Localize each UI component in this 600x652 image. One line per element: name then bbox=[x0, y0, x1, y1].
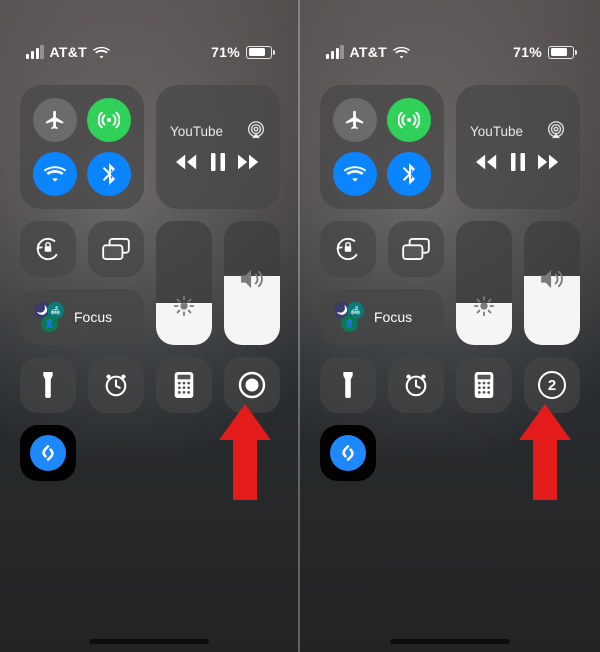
bluetooth-button[interactable] bbox=[87, 152, 131, 196]
media-tile[interactable]: YouTube bbox=[456, 85, 580, 209]
volume-slider[interactable] bbox=[224, 221, 280, 345]
calculator-button[interactable] bbox=[156, 357, 212, 413]
control-center-grid: YouTube bbox=[20, 85, 278, 481]
calculator-button[interactable] bbox=[456, 357, 512, 413]
wifi-icon bbox=[93, 46, 110, 59]
home-indicator bbox=[89, 639, 209, 644]
airplay-icon[interactable] bbox=[246, 121, 266, 139]
brightness-icon bbox=[173, 295, 195, 317]
signal-icon bbox=[326, 45, 344, 59]
orientation-lock-button[interactable] bbox=[20, 221, 76, 277]
focus-label: Focus bbox=[374, 309, 412, 325]
volume-icon bbox=[540, 269, 564, 289]
connectivity-tile[interactable] bbox=[20, 85, 144, 209]
timer-button[interactable] bbox=[388, 357, 444, 413]
shazam-button[interactable] bbox=[320, 425, 376, 481]
now-playing-app: YouTube bbox=[470, 124, 523, 139]
battery-icon bbox=[246, 46, 272, 59]
signal-icon bbox=[26, 45, 44, 59]
shazam-icon bbox=[330, 435, 366, 471]
carrier-label: AT&T bbox=[50, 44, 88, 60]
carrier-label: AT&T bbox=[350, 44, 388, 60]
screen-record-button[interactable] bbox=[224, 357, 280, 413]
focus-icon-cluster bbox=[34, 302, 64, 332]
airplane-mode-button[interactable] bbox=[33, 98, 77, 142]
screen-mirroring-button[interactable] bbox=[388, 221, 444, 277]
rewind-button[interactable] bbox=[176, 154, 198, 170]
shazam-button[interactable] bbox=[20, 425, 76, 481]
wifi-button[interactable] bbox=[333, 152, 377, 196]
focus-button[interactable]: Focus bbox=[20, 289, 144, 345]
shazam-icon bbox=[30, 435, 66, 471]
screen-mirroring-button[interactable] bbox=[88, 221, 144, 277]
battery-icon bbox=[548, 46, 574, 59]
now-playing-app: YouTube bbox=[170, 124, 223, 139]
volume-icon bbox=[240, 269, 264, 289]
brightness-slider[interactable] bbox=[456, 221, 512, 345]
media-tile[interactable]: YouTube bbox=[156, 85, 280, 209]
screen-record-button-countdown[interactable]: 2 bbox=[524, 357, 580, 413]
orientation-lock-button[interactable] bbox=[320, 221, 376, 277]
cellular-data-button[interactable] bbox=[387, 98, 431, 142]
battery-percent: 71% bbox=[211, 44, 240, 60]
bluetooth-button[interactable] bbox=[387, 152, 431, 196]
connectivity-tile[interactable] bbox=[320, 85, 444, 209]
airplane-mode-button[interactable] bbox=[333, 98, 377, 142]
brightness-icon bbox=[473, 295, 495, 317]
control-center-grid: YouTube bbox=[320, 85, 580, 481]
flashlight-button[interactable] bbox=[320, 357, 376, 413]
battery-percent: 71% bbox=[513, 44, 542, 60]
wifi-icon bbox=[393, 46, 410, 59]
forward-button[interactable] bbox=[238, 154, 260, 170]
cellular-data-button[interactable] bbox=[87, 98, 131, 142]
forward-button[interactable] bbox=[538, 154, 560, 170]
focus-label: Focus bbox=[74, 309, 112, 325]
focus-button[interactable]: Focus bbox=[320, 289, 444, 345]
focus-icon-cluster bbox=[334, 302, 364, 332]
pause-button[interactable] bbox=[511, 153, 525, 171]
airplay-icon[interactable] bbox=[546, 121, 566, 139]
screen-record-countdown: 2 bbox=[538, 371, 566, 399]
flashlight-button[interactable] bbox=[20, 357, 76, 413]
wifi-button[interactable] bbox=[33, 152, 77, 196]
volume-slider[interactable] bbox=[524, 221, 580, 345]
timer-button[interactable] bbox=[88, 357, 144, 413]
rewind-button[interactable] bbox=[476, 154, 498, 170]
phone-screenshot-1: AT&T 71% bbox=[0, 0, 300, 652]
status-bar: AT&T 71% bbox=[300, 40, 600, 64]
status-bar: AT&T 71% bbox=[0, 40, 298, 64]
brightness-slider[interactable] bbox=[156, 221, 212, 345]
pause-button[interactable] bbox=[211, 153, 225, 171]
home-indicator bbox=[390, 639, 510, 644]
phone-screenshot-2: AT&T 71% bbox=[300, 0, 600, 652]
